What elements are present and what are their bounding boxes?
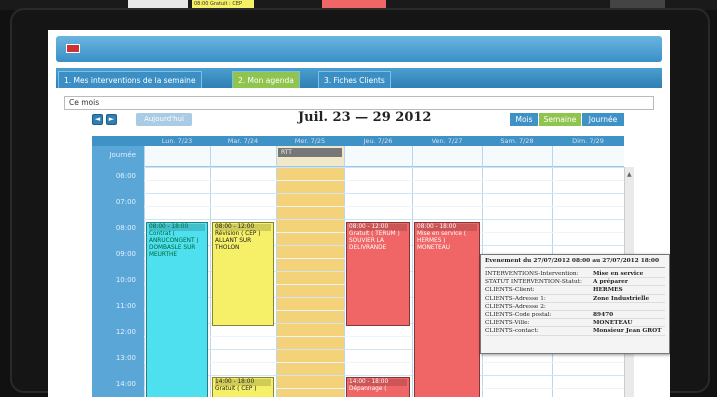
- background-snippet: [610, 0, 665, 8]
- tooltip-value: HERMES: [593, 287, 623, 294]
- hour-line: [144, 375, 624, 376]
- app-screen: 1. Mes interventions de la semaine 2. Mo…: [48, 30, 670, 397]
- time-label: 12:00: [115, 328, 136, 336]
- tooltip-row: CLIENTS-Ville: MONETEAU: [485, 319, 665, 328]
- tooltip-key: CLIENTS-Ville:: [485, 320, 530, 327]
- tooltip-value: Mise en service: [593, 271, 644, 277]
- event-time: 14:00 - 18:00: [215, 379, 271, 386]
- tooltip-row: CLIENTS-Adresse 2:: [485, 303, 665, 311]
- scroll-up-icon[interactable]: ▲: [627, 171, 632, 178]
- tab-fiches-clients[interactable]: 3. Fiches Clients: [318, 71, 391, 88]
- tooltip-key: CLIENTS-Code postal:: [485, 311, 552, 318]
- hour-line: [144, 193, 624, 194]
- tooltip-row: CLIENTS-Code postal: 89470: [485, 311, 665, 320]
- today-button[interactable]: Aujourd'hui: [136, 113, 192, 126]
- tooltip-value: 89470: [593, 311, 614, 318]
- event-text: Contrat ( ANRUCONGENT ) DOMBASLE SUR MEU…: [149, 231, 199, 258]
- calendar-event[interactable]: 08:00 - 12:00 Révision ( CEP ) ALLANT SU…: [212, 222, 274, 326]
- day-header: Sam. 7/28: [482, 136, 552, 146]
- event-time: 08:00 - 12:00: [215, 224, 271, 231]
- day-header: Mar. 7/24: [210, 136, 276, 146]
- background-snippet: 08:00 Gratuit : CEP: [192, 0, 254, 8]
- time-label: 06:00: [115, 172, 136, 180]
- tooltip-key: INTERVENTIONS-Intervention:: [485, 271, 579, 277]
- period-title: Juil. 23 — 29 2012: [298, 110, 432, 125]
- calendar-event[interactable]: 14:00 - 18:00 Gratuit ( CEP ): [212, 377, 274, 397]
- view-week-button[interactable]: Semaine: [539, 113, 581, 126]
- event-time: 08:00 - 12:00: [349, 224, 407, 231]
- hour-line: [144, 219, 624, 220]
- tooltip-key: CLIENTS-contact:: [485, 328, 539, 335]
- next-week-button[interactable]: ►: [106, 114, 117, 125]
- half-hour-line: [144, 362, 624, 363]
- time-label: 11:00: [115, 302, 136, 310]
- tooltip-row: CLIENTS-Adresse 1: Zone Industrielle: [485, 295, 665, 303]
- day-header: Lun. 7/23: [144, 136, 210, 146]
- time-label: 13:00: [115, 354, 136, 362]
- event-tooltip: Evenement du 27/07/2012 08:00 au 27/07/2…: [480, 254, 670, 354]
- calendar-event[interactable]: 08:00 - 18:00 Mise en service ( HERMES )…: [414, 222, 480, 397]
- tooltip-row: CLIENTS-contact: Monsieur Jean GROT: [485, 327, 665, 336]
- event-time: 14:00 - 18:00: [349, 379, 407, 386]
- time-label: 09:00: [115, 250, 136, 258]
- tooltip-key: CLIENTS-Adresse 2:: [485, 303, 546, 310]
- half-hour-line: [144, 180, 624, 181]
- calendar-event[interactable]: 14:00 - 18:00 Dépannage (: [346, 377, 410, 397]
- background-snippet: [322, 0, 386, 8]
- day-header: Ven. 7/27: [412, 136, 482, 146]
- time-label: 07:00: [115, 198, 136, 206]
- prev-week-button[interactable]: ◄: [92, 114, 103, 125]
- allday-label: Journée: [109, 151, 136, 159]
- background-snippet: [128, 0, 188, 8]
- calendar-event[interactable]: 08:00 - 12:00 Gratuit ( TERUM ) SOUVIER …: [346, 222, 410, 326]
- event-time: 08:00 - 18:00: [149, 224, 205, 231]
- event-text: Révision ( CEP ) ALLANT SUR THOLON: [215, 231, 261, 251]
- half-hour-line: [144, 206, 624, 207]
- tab-bar: 1. Mes interventions de la semaine 2. Mo…: [56, 68, 662, 88]
- tooltip-value: MONETEAU: [593, 320, 633, 327]
- tooltip-row: STATUT INTERVENTION-Statut: A préparer: [485, 278, 665, 287]
- day-header: Jeu. 7/26: [344, 136, 412, 146]
- tooltip-key: CLIENTS-Adresse 1:: [485, 295, 546, 302]
- event-text: Mise en service ( HERMES ) MONETEAU: [417, 231, 466, 251]
- tooltip-value: Monsieur Jean GROT: [593, 328, 662, 335]
- app-icon[interactable]: [66, 44, 80, 53]
- tab-mon-agenda[interactable]: 2. Mon agenda: [232, 71, 300, 88]
- tooltip-key: STATUT INTERVENTION-Statut:: [485, 279, 583, 286]
- event-time: 08:00 - 18:00: [417, 224, 477, 231]
- tab-mes-interventions[interactable]: 1. Mes interventions de la semaine: [58, 71, 202, 88]
- calendar-event[interactable]: 08:00 - 18:00 Contrat ( ANRUCONGENT ) DO…: [146, 222, 208, 397]
- day-header: Dim. 7/29: [552, 136, 624, 146]
- tablet-frame: 1. Mes interventions de la semaine 2. Mo…: [10, 8, 710, 397]
- hour-line: [144, 167, 624, 168]
- period-filter-field[interactable]: Ce mois: [64, 96, 654, 110]
- tooltip-row: CLIENTS-Client: HERMES: [485, 286, 665, 295]
- view-day-button[interactable]: Journée: [582, 113, 624, 126]
- tooltip-header: Evenement du 27/07/2012 08:00 au 27/07/2…: [485, 258, 665, 268]
- day-header: Mer. 7/25: [276, 136, 344, 146]
- tooltip-value: A préparer: [593, 279, 628, 286]
- tooltip-value: [593, 303, 665, 310]
- window-titlebar: [56, 36, 662, 62]
- time-label: 10:00: [115, 276, 136, 284]
- allday-event-rtt[interactable]: RTT: [278, 148, 342, 157]
- tooltip-row: INTERVENTIONS-Intervention: Mise en servi…: [485, 270, 665, 279]
- event-text: Gratuit ( TERUM ) SOUVIER LA DELIVRANDE: [349, 231, 400, 251]
- tooltip-value: Zone Industrielle: [593, 295, 650, 302]
- time-label: 08:00: [115, 224, 136, 232]
- header-corner: [92, 136, 144, 146]
- tooltip-key: CLIENTS-Client:: [485, 287, 535, 294]
- view-month-button[interactable]: Mois: [510, 113, 538, 126]
